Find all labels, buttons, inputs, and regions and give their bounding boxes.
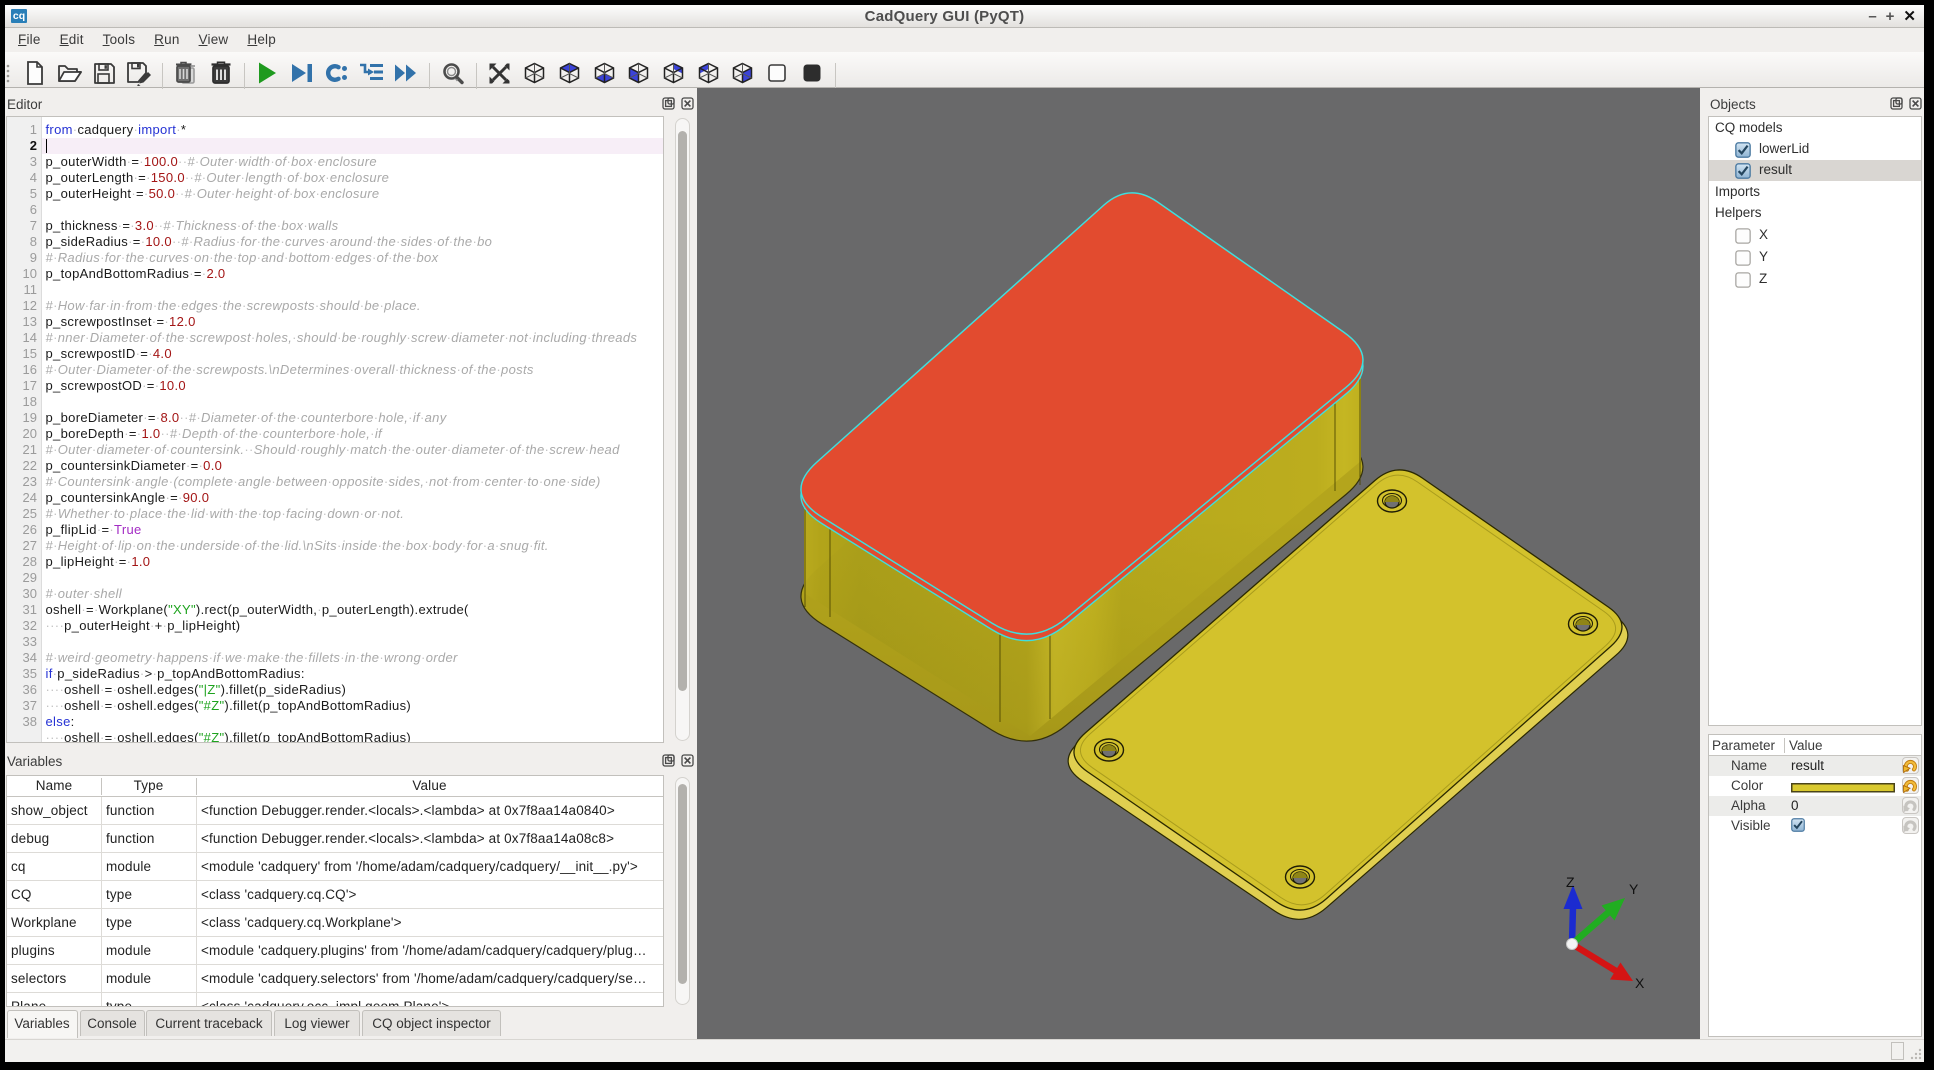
svg-text:Y: Y	[1629, 881, 1639, 897]
svg-text:X: X	[1635, 975, 1645, 991]
svg-text:Z: Z	[1566, 874, 1575, 890]
